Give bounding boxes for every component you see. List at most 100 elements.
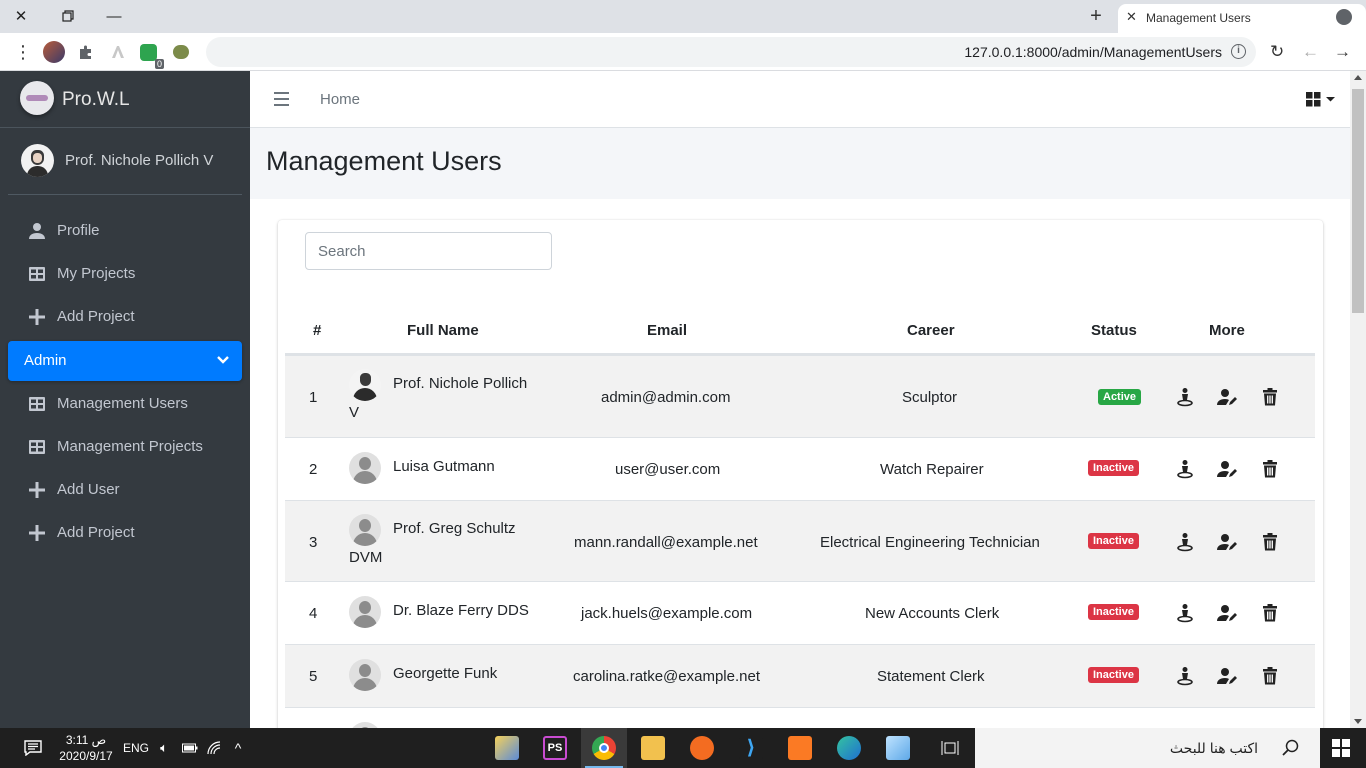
edit-user-icon[interactable] [1217,532,1237,552]
user-full-name: Prof. Greg Schultz [393,520,516,537]
task-view-icon[interactable] [938,728,962,768]
profile-avatar-icon[interactable] [43,41,65,63]
trash-icon[interactable] [1260,532,1280,552]
row-number: 4 [309,605,318,622]
windows-start-icon[interactable] [1326,728,1356,768]
sidebar-item-label: Management Users [57,395,188,412]
browser-toolbar: ⋮ 0 ☆ 127.0.0.1:8000/admin/ManagementUse… [0,33,1366,71]
chrome-app-icon[interactable] [592,736,616,760]
new-tab-button[interactable]: + [1084,4,1108,28]
minimize-window-icon[interactable]: — [101,4,127,28]
windows-taskbar: 3:11 ص 2020/9/17 ENG 🔈︎ ^ PS ⟩ اكتب هنا … [0,728,1366,768]
shield-extension-icon[interactable]: 0 [140,42,164,69]
column-header: # [313,322,322,339]
edge-app-icon[interactable] [837,736,861,760]
show-hidden-icons-icon[interactable]: ^ [228,728,248,768]
table-row: 4 Dr. Blaze Ferry DDS jack.huels@example… [285,581,1315,644]
edit-user-icon[interactable] [1217,666,1237,686]
wifi-icon[interactable] [205,728,225,768]
battery-icon[interactable] [180,728,200,768]
user-email: jack.huels@example.com [581,605,753,622]
volume-icon[interactable]: 🔈︎ [154,728,174,768]
brand-link[interactable]: Pro.W.L [0,71,250,128]
xampp-app-icon[interactable] [788,736,812,760]
view-user-icon[interactable] [1175,532,1195,552]
table-header: # Full Name Email Career Status More [285,308,1315,355]
view-user-icon[interactable] [1175,459,1195,479]
table-row [285,707,1315,728]
status-badge: Inactive [1088,533,1139,549]
site-info-icon[interactable]: i [1231,44,1246,59]
search-icon [1282,739,1299,756]
forward-arrow-icon[interactable]: → [1334,42,1351,62]
trash-icon[interactable] [1260,666,1280,686]
sidebar-item-add-project-admin[interactable]: Add Project [8,513,242,553]
clock-date: 2020/9/17 [59,749,113,763]
user-panel[interactable]: Prof. Nichole Pollich V [8,128,242,195]
menu-toggle-icon[interactable] [274,92,289,106]
user-name[interactable]: Prof. Nichole Pollich V [65,152,213,169]
scroll-up-icon[interactable] [1354,75,1362,80]
sidebar-item-label: Admin [24,352,67,369]
extensions-puzzle-icon[interactable] [78,42,94,62]
browser-menu-icon[interactable]: ⋮ [14,42,32,62]
page-scrollbar[interactable] [1350,71,1366,728]
scroll-down-icon[interactable] [1354,719,1362,724]
trash-icon[interactable] [1260,459,1280,479]
file-explorer-app-icon[interactable] [641,736,665,760]
brand-logo [20,81,54,115]
globe-icon [1336,9,1352,25]
phpstorm-app-icon[interactable]: PS [543,736,567,760]
sidebar-item-management-users[interactable]: Management Users [8,384,242,424]
reload-icon[interactable]: ↻ [1270,42,1284,62]
restore-window-icon[interactable] [55,4,81,28]
table-icon [29,397,45,411]
sidebar-item-add-project[interactable]: Add Project [8,297,242,337]
column-header: Career [907,322,955,339]
taskbar-search-box[interactable]: اكتب هنا للبحث [975,728,1320,768]
column-header: Email [647,322,688,339]
extension-a-icon[interactable] [110,42,126,62]
vscode-app-icon[interactable]: ⟩ [739,736,763,760]
sidebar-item-profile[interactable]: Profile [8,211,242,251]
trash-icon[interactable] [1260,603,1280,623]
clock[interactable]: 3:11 ص 2020/9/17 [56,728,116,768]
paint-app-icon[interactable] [495,736,519,760]
avatar [349,659,381,691]
table-row: 3 Prof. Greg Schultz DVM mann.randall@ex… [285,500,1315,581]
sidebar-item-label: Profile [57,222,100,239]
tab-close-icon[interactable]: ✕ [1126,9,1137,25]
grid-dropdown-icon[interactable] [1306,91,1340,107]
home-link[interactable]: Home [320,91,360,108]
scrollbar-thumb[interactable] [1352,89,1364,313]
view-user-icon[interactable] [1175,387,1195,407]
postman-app-icon[interactable] [690,736,714,760]
chevron-down-icon [217,356,229,364]
search-input[interactable] [305,232,552,270]
taskbar-search-placeholder: اكتب هنا للبحث [1169,740,1258,756]
browser-tab[interactable]: ✕ Management Users [1118,4,1366,33]
virtualbox-app-icon[interactable] [886,736,910,760]
trash-icon[interactable] [1260,387,1280,407]
edit-user-icon[interactable] [1217,459,1237,479]
column-header: Full Name [407,322,479,339]
sidebar-item-management-projects[interactable]: Management Projects [8,427,242,467]
url-text[interactable]: 127.0.0.1:8000/admin/ManagementUsers [964,44,1222,60]
back-arrow-icon[interactable]: ← [1302,42,1319,62]
address-bar[interactable]: 127.0.0.1:8000/admin/ManagementUsers i [206,37,1256,67]
edit-user-icon[interactable] [1217,603,1237,623]
sidebar-item-add-user[interactable]: Add User [8,470,242,510]
language-indicator[interactable]: ENG [121,728,151,768]
sidebar-item-my-projects[interactable]: My Projects [8,254,242,294]
owl-extension-icon[interactable] [173,42,189,62]
status-badge: Inactive [1088,460,1139,476]
sidebar-item-admin[interactable]: Admin [8,341,242,381]
sidebar-item-label: Add Project [57,308,135,325]
close-window-icon[interactable]: ✕ [8,4,34,28]
notifications-icon[interactable] [18,728,48,768]
table-icon [29,440,45,454]
edit-user-icon[interactable] [1217,387,1237,407]
view-user-icon[interactable] [1175,603,1195,623]
view-user-icon[interactable] [1175,666,1195,686]
user-career: New Accounts Clerk [865,605,1000,622]
